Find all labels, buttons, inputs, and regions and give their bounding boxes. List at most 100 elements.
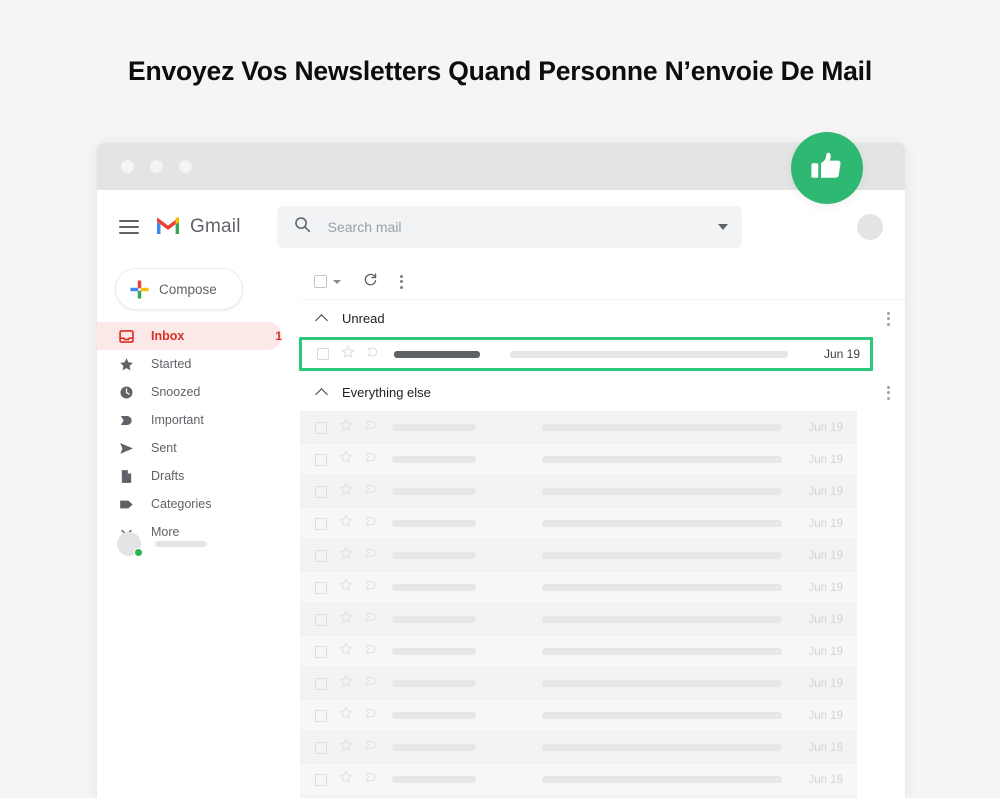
sender-placeholder xyxy=(392,744,476,751)
star-icon[interactable] xyxy=(339,450,353,469)
table-row[interactable]: Jun 19 xyxy=(300,635,857,667)
sidebar-item-label: Sent xyxy=(151,441,177,455)
important-icon[interactable] xyxy=(364,482,378,501)
row-checkbox[interactable] xyxy=(315,453,327,466)
subject-placeholder xyxy=(542,776,782,783)
chevron-up-icon[interactable] xyxy=(315,313,328,327)
section-header-unread[interactable]: Unread xyxy=(300,300,905,337)
sender-placeholder xyxy=(392,712,476,719)
table-row[interactable]: Jun 19 xyxy=(300,443,857,475)
sender-placeholder xyxy=(392,648,476,655)
row-checkbox[interactable] xyxy=(317,348,329,360)
row-date: Jun 19 xyxy=(808,645,843,658)
important-icon[interactable] xyxy=(364,450,378,469)
star-icon[interactable] xyxy=(339,610,353,629)
mail-rows: Jun 19 Jun 19 Jun 19 Jun 19 Jun 19 Jun 1… xyxy=(300,411,905,798)
table-row[interactable]: Jun 19 xyxy=(300,411,857,443)
star-icon[interactable] xyxy=(339,770,353,789)
row-checkbox[interactable] xyxy=(315,677,327,690)
mail-row-highlighted[interactable]: Jun 19 xyxy=(299,337,873,371)
star-icon[interactable] xyxy=(339,642,353,661)
window-maximize-dot[interactable] xyxy=(179,160,192,173)
table-row[interactable]: Jun 19 xyxy=(300,699,857,731)
row-date: Jun 19 xyxy=(808,677,843,690)
row-checkbox[interactable] xyxy=(315,709,327,722)
table-row[interactable]: Jun 19 xyxy=(300,603,857,635)
row-checkbox[interactable] xyxy=(315,773,327,786)
row-checkbox[interactable] xyxy=(315,645,327,658)
row-checkbox[interactable] xyxy=(315,421,327,434)
table-row[interactable]: Jun 19 xyxy=(300,571,857,603)
subject-placeholder xyxy=(542,456,782,463)
star-icon[interactable] xyxy=(339,578,353,597)
row-checkbox[interactable] xyxy=(315,741,327,754)
important-icon[interactable] xyxy=(364,546,378,565)
sidebar-item-label: Categories xyxy=(151,497,212,511)
important-icon[interactable] xyxy=(366,345,380,364)
important-icon[interactable] xyxy=(364,706,378,725)
table-row[interactable]: Jun 18 xyxy=(300,731,857,763)
star-icon[interactable] xyxy=(339,706,353,725)
gmail-logo[interactable]: Gmail xyxy=(155,215,241,240)
sidebar-item-sent[interactable]: Sent xyxy=(97,434,282,462)
section-header-everything-else[interactable]: Everything else xyxy=(300,374,905,411)
compose-label: Compose xyxy=(159,281,217,297)
subject-placeholder xyxy=(542,744,782,751)
row-date: Jun 18 xyxy=(808,773,843,786)
refresh-icon[interactable] xyxy=(363,272,378,292)
sidebar-item-categories[interactable]: Categories xyxy=(97,490,282,518)
chevron-down-icon[interactable] xyxy=(333,279,341,284)
sidebar-user[interactable] xyxy=(117,532,207,557)
table-row[interactable]: Jun 19 xyxy=(300,507,857,539)
subject-placeholder xyxy=(542,648,782,655)
sidebar-item-important[interactable]: Important xyxy=(97,406,282,434)
search-input[interactable]: Search mail xyxy=(276,206,742,248)
compose-button[interactable]: Compose xyxy=(115,268,243,310)
important-icon[interactable] xyxy=(364,738,378,757)
chevron-up-icon[interactable] xyxy=(315,387,328,401)
more-vertical-icon[interactable] xyxy=(400,274,403,289)
star-icon[interactable] xyxy=(339,514,353,533)
table-row[interactable]: Jun 19 xyxy=(300,475,857,507)
user-avatar xyxy=(117,532,143,557)
star-icon[interactable] xyxy=(339,418,353,437)
sidebar-nav: Inbox 1 Started Snoozed Important Sent D… xyxy=(97,322,300,546)
important-icon[interactable] xyxy=(364,642,378,661)
inbox-icon xyxy=(119,329,139,344)
sidebar-item-snoozed[interactable]: Snoozed xyxy=(97,378,282,406)
row-checkbox[interactable] xyxy=(315,549,327,562)
table-row[interactable]: Jun 18 xyxy=(300,763,857,795)
avatar[interactable] xyxy=(857,214,883,240)
select-all-checkbox[interactable] xyxy=(314,275,327,288)
table-row[interactable]: Jun 19 xyxy=(300,539,857,571)
subject-placeholder xyxy=(542,424,782,431)
gmail-brand-label: Gmail xyxy=(190,216,241,237)
star-icon[interactable] xyxy=(341,344,355,364)
row-checkbox[interactable] xyxy=(315,581,327,594)
star-icon[interactable] xyxy=(339,482,353,501)
more-vertical-icon[interactable] xyxy=(887,311,890,326)
important-icon[interactable] xyxy=(364,770,378,789)
star-icon[interactable] xyxy=(339,674,353,693)
important-icon[interactable] xyxy=(364,514,378,533)
row-checkbox[interactable] xyxy=(315,517,327,530)
more-vertical-icon[interactable] xyxy=(887,385,890,400)
subject-placeholder xyxy=(542,680,782,687)
row-checkbox[interactable] xyxy=(315,613,327,626)
star-icon[interactable] xyxy=(339,546,353,565)
table-row[interactable]: Jun 19 xyxy=(300,667,857,699)
important-icon[interactable] xyxy=(364,674,378,693)
sender-placeholder xyxy=(392,456,476,463)
important-icon[interactable] xyxy=(364,610,378,629)
important-icon[interactable] xyxy=(364,418,378,437)
sidebar-item-inbox[interactable]: Inbox 1 xyxy=(97,322,282,350)
hamburger-icon[interactable] xyxy=(119,220,139,234)
chevron-down-icon[interactable] xyxy=(717,224,728,230)
window-close-dot[interactable] xyxy=(121,160,134,173)
star-icon[interactable] xyxy=(339,738,353,757)
row-checkbox[interactable] xyxy=(315,485,327,498)
window-minimize-dot[interactable] xyxy=(150,160,163,173)
important-icon[interactable] xyxy=(364,578,378,597)
sidebar-item-started[interactable]: Started xyxy=(97,350,282,378)
sidebar-item-drafts[interactable]: Drafts xyxy=(97,462,282,490)
